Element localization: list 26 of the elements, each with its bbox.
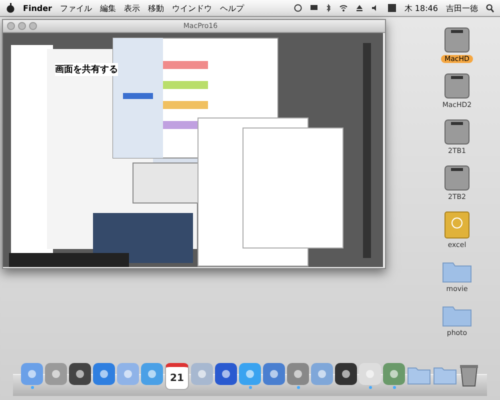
apple-icon[interactable] [6, 3, 15, 13]
wifi-icon[interactable] [339, 4, 348, 12]
search-icon[interactable] [486, 4, 494, 12]
eject-icon[interactable] [356, 4, 364, 12]
hard-drive-icon [444, 165, 470, 191]
menu-item[interactable]: Finder [23, 4, 52, 12]
menu-item[interactable]: 編集 [100, 2, 116, 14]
clock[interactable]: 木 18:46 [404, 2, 438, 14]
hard-drive-icon [444, 27, 470, 53]
external-drive-icon [444, 211, 470, 239]
hard-drive-icon [444, 119, 470, 145]
page-heading: 画面を共有する [55, 63, 118, 76]
hard-drive-icon [444, 73, 470, 99]
app-icon[interactable] [215, 363, 237, 385]
trash-can-icon[interactable] [459, 363, 479, 387]
menu-item[interactable]: 移動 [148, 2, 164, 14]
bluetooth-icon[interactable] [326, 4, 332, 12]
app-icon[interactable] [335, 363, 357, 385]
app-icon[interactable] [69, 363, 91, 385]
menu-item[interactable]: ファイル [60, 2, 92, 14]
menu-item[interactable]: ヘルプ [220, 2, 244, 14]
folder-icon[interactable] [407, 365, 431, 385]
user-name[interactable]: 吉田一徳 [446, 2, 478, 14]
menu-item[interactable]: ウインドウ [172, 2, 212, 14]
menu-item[interactable]: 表示 [124, 2, 140, 14]
calendar-icon[interactable]: 21 [165, 363, 189, 390]
